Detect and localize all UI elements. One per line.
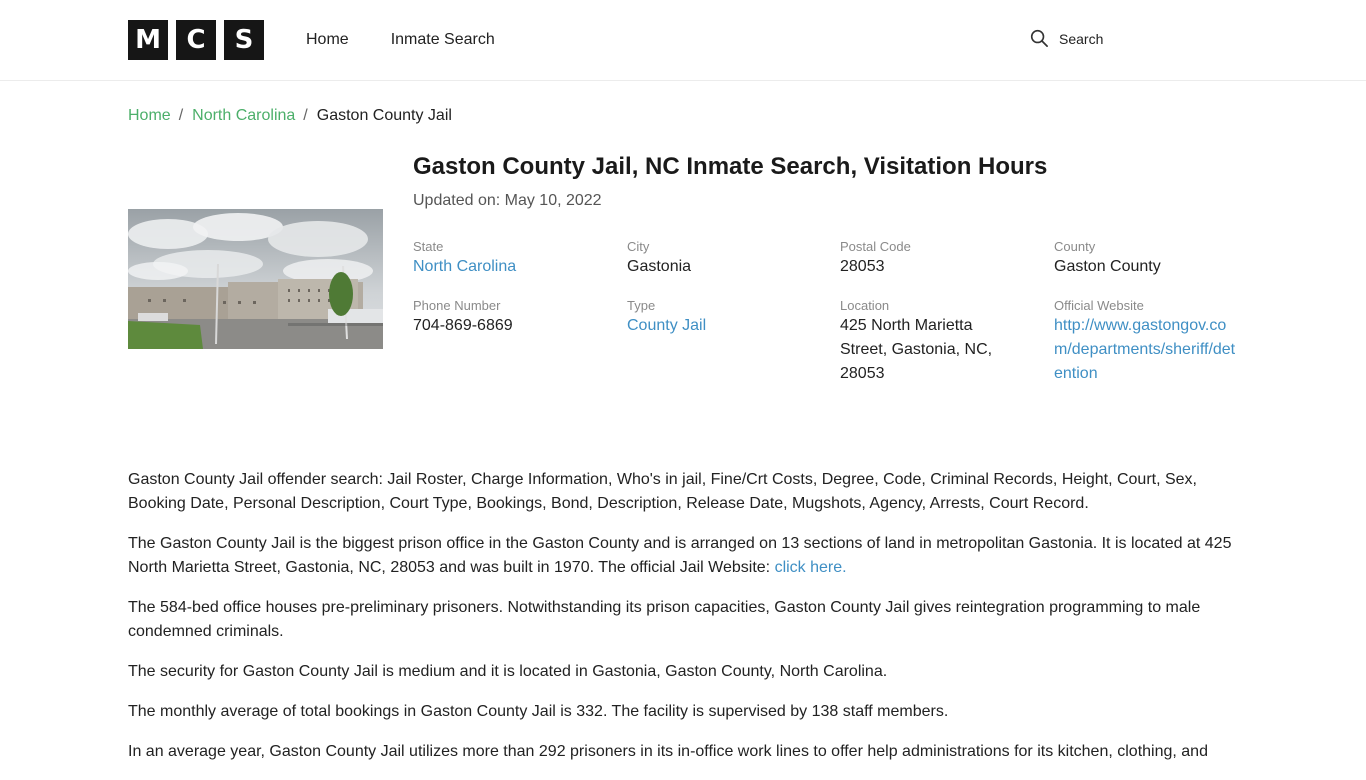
breadcrumb-north-carolina[interactable]: North Carolina bbox=[192, 107, 295, 125]
logo-letter-s: S bbox=[224, 20, 264, 60]
fact-type: Type County Jail bbox=[627, 299, 827, 338]
logo-letter-c: C bbox=[176, 20, 216, 60]
breadcrumb: Home / North Carolina / Gaston County Ja… bbox=[128, 107, 452, 125]
state-link[interactable]: North Carolina bbox=[413, 255, 613, 279]
fact-label: Postal Code bbox=[840, 239, 911, 254]
updated-date: Updated on: May 10, 2022 bbox=[413, 192, 602, 209]
breadcrumb-current: Gaston County Jail bbox=[316, 107, 452, 124]
type-link[interactable]: County Jail bbox=[627, 314, 827, 338]
search-label: Search bbox=[1059, 30, 1104, 47]
jail-photo bbox=[128, 209, 383, 349]
paragraph: In an average year, Gaston County Jail u… bbox=[128, 743, 1208, 760]
breadcrumb-home[interactable]: Home bbox=[128, 107, 171, 125]
fact-value: 425 North Marietta Street, Gastonia, NC,… bbox=[840, 317, 993, 382]
fact-postal-code: Postal Code 28053 bbox=[840, 240, 1040, 279]
fact-value: 28053 bbox=[840, 258, 885, 275]
paragraph: The Gaston County Jail is the biggest pr… bbox=[128, 532, 1238, 580]
fact-phone: Phone Number 704-869-6869 bbox=[413, 299, 613, 338]
search-button[interactable]: Search bbox=[1030, 29, 1103, 48]
breadcrumb-separator: / bbox=[303, 107, 308, 124]
fact-state: State North Carolina bbox=[413, 240, 613, 279]
nav-inmate-search[interactable]: Inmate Search bbox=[391, 30, 495, 50]
fact-label: County bbox=[1054, 239, 1096, 254]
paragraph-text: The Gaston County Jail is the biggest pr… bbox=[128, 535, 1232, 576]
fact-value: Gaston County bbox=[1054, 258, 1161, 275]
article-body: Gaston County Jail offender search: Jail… bbox=[128, 468, 1238, 780]
jail-building-image bbox=[128, 209, 383, 349]
fact-county: County Gaston County bbox=[1054, 240, 1254, 279]
logo-letter-m: M bbox=[128, 20, 168, 60]
paragraph: The security for Gaston County Jail is m… bbox=[128, 663, 888, 680]
fact-label: Official Website bbox=[1054, 298, 1144, 313]
paragraph: Gaston County Jail offender search: Jail… bbox=[128, 471, 1197, 512]
fact-label: Location bbox=[840, 298, 890, 313]
breadcrumb-separator: / bbox=[178, 107, 184, 124]
fact-value: 704-869-6869 bbox=[413, 317, 513, 334]
paragraph: The 584-bed office houses pre-preliminar… bbox=[128, 599, 1201, 640]
fact-label: Type bbox=[627, 298, 656, 313]
fact-label: State bbox=[413, 239, 444, 254]
page-title: Gaston County Jail, NC Inmate Search, Vi… bbox=[413, 153, 1048, 180]
fact-website: Official Website http://www.gastongov.co… bbox=[1054, 299, 1240, 386]
nav-home[interactable]: Home bbox=[306, 30, 349, 50]
official-website-link[interactable]: http://www.gastongov.com/departments/she… bbox=[1054, 314, 1240, 386]
fact-location: Location 425 North Marietta Street, Gast… bbox=[840, 299, 1010, 386]
main-nav: Home Inmate Search bbox=[306, 30, 495, 50]
site-logo[interactable]: M C S bbox=[128, 20, 264, 60]
fact-city: City Gastonia bbox=[627, 240, 827, 279]
site-header: M C S Home Inmate Search Search bbox=[0, 0, 1366, 81]
fact-label: City bbox=[627, 239, 650, 254]
click-here-link[interactable]: click here. bbox=[775, 559, 847, 576]
paragraph: The monthly average of total bookings in… bbox=[128, 703, 949, 720]
search-icon bbox=[1030, 29, 1048, 47]
fact-label: Phone Number bbox=[413, 298, 501, 313]
fact-value: Gastonia bbox=[627, 258, 692, 275]
